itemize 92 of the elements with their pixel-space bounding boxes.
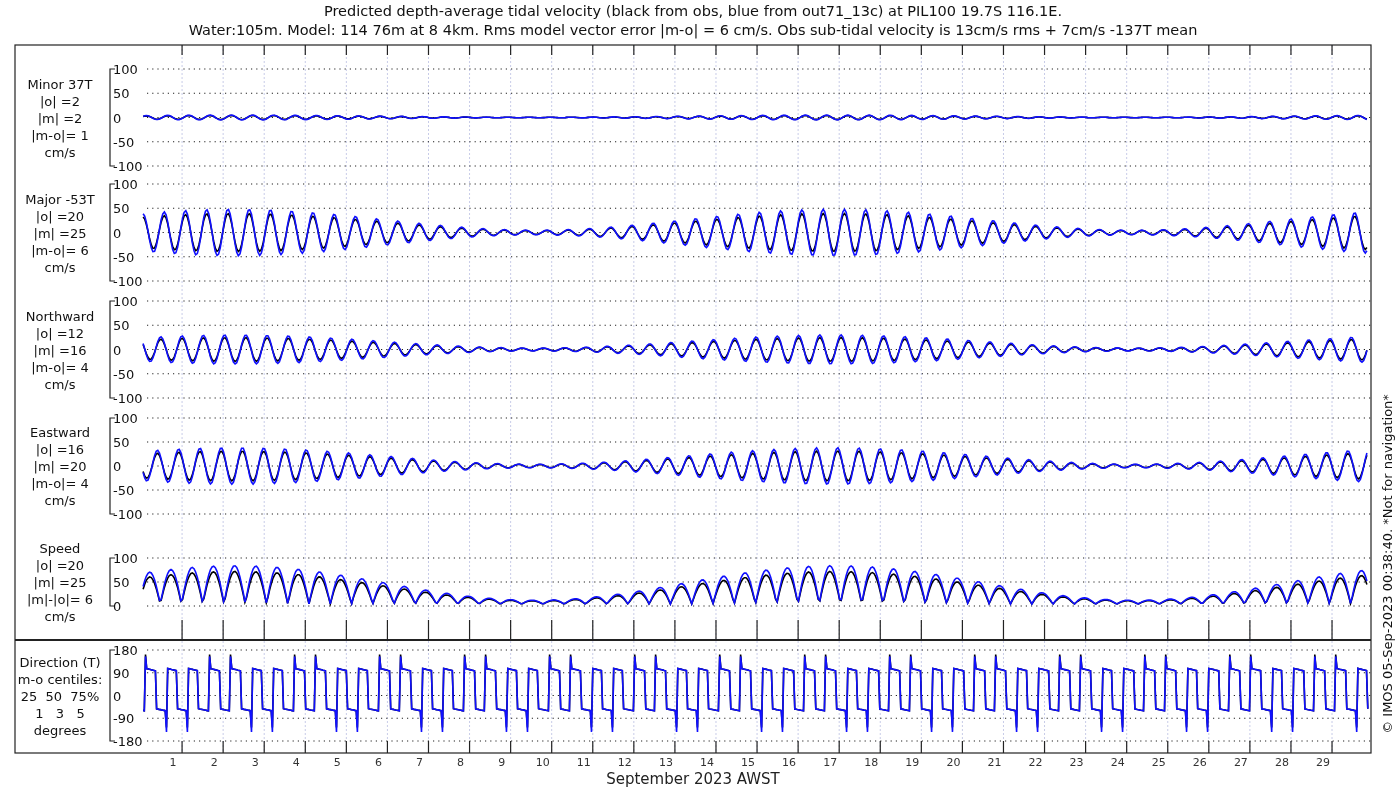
panel-label: 25 50 75%: [20, 689, 100, 704]
y-tick-label: 50: [113, 318, 130, 334]
panel-label: Eastward: [30, 425, 90, 440]
panel-label: |m| =25: [33, 575, 87, 590]
y-tick-label: -100: [113, 159, 143, 174]
x-tick-label: 26: [1192, 756, 1207, 769]
panel-label: 1 3 5: [35, 706, 85, 721]
y-tick-label: 0: [113, 342, 122, 358]
y-tick-label: -100: [113, 274, 143, 289]
y-tick-label: 0: [113, 459, 122, 474]
panel-label: |o| =12: [35, 325, 85, 341]
x-tick-label: 23: [1069, 756, 1084, 769]
panel-label: cm/s: [44, 259, 76, 275]
x-tick-label: 13: [658, 756, 673, 769]
x-tick-label: 10: [535, 756, 550, 769]
x-tick-label: 2: [210, 756, 218, 769]
panel-label: |m| =2: [37, 110, 83, 126]
y-tick-label: 0: [113, 225, 122, 241]
credit-text: © IMOS 05-Sep-2023 00:38:40. *Not for navigation*: [1380, 394, 1395, 734]
x-tick-label: 21: [987, 756, 1002, 769]
panel-label: m-o centiles:: [17, 672, 103, 687]
y-tick-label: 0: [113, 110, 122, 126]
y-tick-label: 90: [113, 665, 130, 681]
panel-label: cm/s: [44, 493, 76, 508]
axis-label: September 2023 AWST: [606, 770, 780, 788]
y-tick-label: -90: [113, 711, 135, 727]
y-tick-label: 100: [113, 177, 138, 192]
panel-label: cm/s: [44, 144, 76, 160]
y-tick-label: 100: [113, 62, 138, 77]
panel-label: |m-o|= 1: [31, 127, 89, 143]
panel-label: |m-o|= 4: [31, 476, 89, 491]
x-tick-label: 8: [457, 756, 465, 769]
y-tick-label: 0: [113, 688, 122, 704]
panel-label: |o| =2: [40, 93, 80, 109]
panel-label: cm/s: [44, 376, 76, 392]
x-tick-label: 1: [169, 756, 177, 769]
x-tick-label: 27: [1233, 756, 1248, 769]
y-tick-label: 0: [113, 599, 122, 614]
y-tick-label: 180: [113, 643, 138, 658]
y-tick-label: -50: [113, 366, 135, 382]
y-tick-label: -50: [113, 483, 135, 498]
panel-label: |m| =16: [33, 342, 87, 358]
x-tick-label: 5: [333, 756, 341, 769]
y-tick-label: 100: [113, 551, 138, 566]
panel-label: |m| =25: [33, 225, 87, 241]
chart-title: Water:105m. Model: 114 76m at 8 4km. Rms model vector error |m-o| = 6 cm/s. Obs sub-tidal velocity is 13cm/s rms + 7cm/s -137T mean: [188, 22, 1198, 38]
y-axis: [109, 557, 116, 607]
y-tick-label: 50: [113, 86, 130, 102]
x-tick-label: 22: [1028, 756, 1043, 769]
x-tick-label: 9: [498, 756, 506, 769]
x-tick-label: 7: [416, 756, 423, 769]
y-tick-label: -50: [113, 134, 135, 150]
x-tick-label: 18: [864, 756, 879, 769]
panel-label: Speed: [39, 541, 81, 556]
panel-label: Direction (T): [19, 655, 101, 670]
panel-label: |m-o|= 6: [31, 242, 89, 258]
panel-label: |m|-|o|= 6: [26, 592, 94, 607]
panel-label: |o| =16: [35, 442, 85, 457]
chart-title: Predicted depth-average tidal velocity (black from obs, blue from out71_13c) at PIL100 19.7S 116.1E.: [323, 3, 1063, 19]
y-tick-label: -180: [113, 734, 143, 749]
y-tick-label: -50: [113, 249, 135, 265]
panel-label: cm/s: [44, 609, 76, 624]
y-tick-label: 50: [113, 201, 130, 217]
x-tick-label: 24: [1110, 756, 1125, 769]
panel-label: degrees: [33, 723, 87, 738]
y-tick-label: 50: [113, 575, 130, 590]
panel-label: Major -53T: [25, 191, 95, 207]
x-tick-label: 4: [292, 756, 300, 769]
x-tick-label: 28: [1274, 756, 1289, 769]
panel-label: |m-o|= 4: [31, 359, 89, 375]
x-tick-label: 25: [1151, 756, 1166, 769]
x-tick-label: 16: [782, 756, 797, 769]
x-tick-label: 17: [823, 756, 838, 769]
panel-label: |o| =20: [35, 208, 85, 224]
x-tick-label: 12: [617, 756, 632, 769]
y-tick-label: -100: [113, 507, 143, 522]
x-tick-label: 14: [700, 756, 714, 769]
y-tick-label: 100: [113, 411, 138, 426]
x-tick-label: 15: [741, 756, 756, 769]
y-tick-label: -100: [113, 391, 143, 406]
x-tick-label: 6: [374, 756, 382, 769]
panel-label: Minor 37T: [27, 76, 93, 92]
y-tick-label: 100: [113, 294, 138, 309]
panel-label: Northward: [25, 308, 95, 324]
x-tick-label: 11: [576, 756, 591, 769]
x-tick-label: 3: [251, 756, 259, 769]
panel-label: |o| =20: [35, 558, 85, 573]
x-tick-label: 20: [946, 756, 961, 769]
x-tick-label: 29: [1316, 756, 1331, 769]
y-tick-label: 50: [113, 435, 130, 450]
panel-label: |m| =20: [33, 459, 87, 474]
x-tick-label: 19: [905, 756, 920, 769]
